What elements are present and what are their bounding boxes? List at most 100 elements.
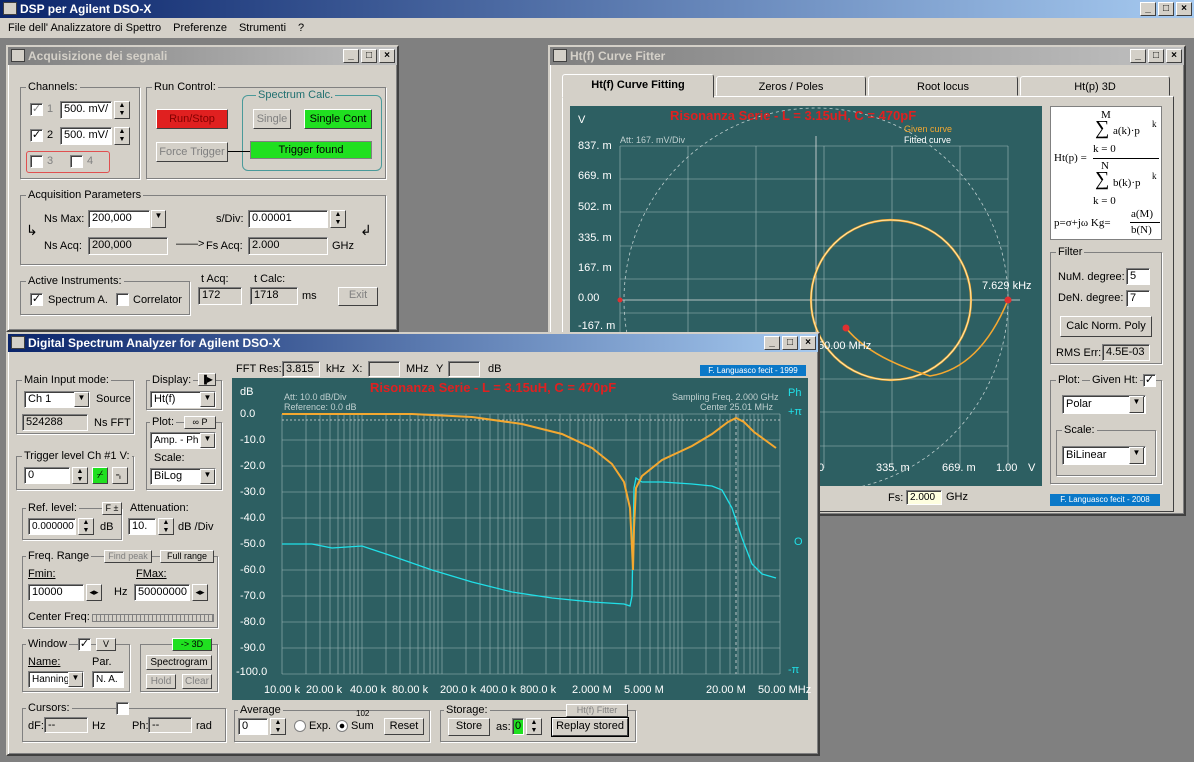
reset-button[interactable]: Reset xyxy=(384,718,424,735)
ref-level-field[interactable]: 0.000000 xyxy=(28,518,76,535)
attenuation-field[interactable]: 10. xyxy=(128,518,156,535)
calc-norm-poly-button[interactable]: Calc Norm. Poly xyxy=(1060,316,1152,337)
plot-type-dropdown[interactable]: ▼ xyxy=(1129,396,1144,413)
average-field[interactable]: 0 xyxy=(238,718,268,735)
force-trigger-button[interactable]: Force Trigger xyxy=(156,142,228,162)
given-ht-checkbox[interactable]: ✓ xyxy=(1143,374,1156,387)
ch1-spinner[interactable]: ▲ ▼ xyxy=(114,101,130,119)
ns-max-dropdown[interactable]: ▼ xyxy=(151,210,166,228)
to-3d-button[interactable]: -> 3D xyxy=(172,638,212,651)
average-spinner[interactable]: ▲ ▼ xyxy=(270,718,286,735)
close-icon[interactable]: × xyxy=(800,336,816,350)
fitter-fs-field[interactable]: 2.000 xyxy=(906,490,942,505)
tab-zeros-poles[interactable]: Zeros / Poles xyxy=(716,76,866,96)
sdiv-field[interactable]: 0.00001 xyxy=(248,210,328,228)
scale-dropdown[interactable]: ▼ xyxy=(1129,447,1144,464)
tab-root-locus[interactable]: Root locus xyxy=(868,76,1018,96)
cursors-checkbox[interactable] xyxy=(116,702,129,715)
minimize-icon[interactable]: _ xyxy=(343,49,359,63)
tab-curve-fitting[interactable]: Ht(f) Curve Fitting xyxy=(562,74,714,98)
attenuation-spinner[interactable]: ▲ ▼ xyxy=(158,518,174,535)
clear-button[interactable]: Clear xyxy=(182,674,212,689)
phase-plus-pi: +π xyxy=(788,406,803,418)
num-degree-field[interactable]: 5 xyxy=(1126,268,1150,285)
spectrum-plot: Risonanza Serie - L = 3.15uH, C = 470pF … xyxy=(232,378,811,700)
find-peak-button[interactable]: Find peak xyxy=(104,550,152,563)
close-icon[interactable]: × xyxy=(1176,2,1192,16)
maximize-icon[interactable]: □ xyxy=(361,49,377,63)
ref-spinner[interactable]: ▲ ▼ xyxy=(78,518,94,535)
plot-mode-dropdown[interactable]: ▼ xyxy=(200,433,215,448)
minimize-icon[interactable]: _ xyxy=(1140,2,1156,16)
maximize-icon[interactable]: □ xyxy=(1158,2,1174,16)
close-icon[interactable]: × xyxy=(379,49,395,63)
as-slot-field[interactable]: 0 xyxy=(512,718,524,735)
ch1-checkbox[interactable]: ✓ xyxy=(30,103,43,116)
single-cont-button[interactable]: Single Cont xyxy=(304,109,372,129)
rms-err-field: 4.5E-03 xyxy=(1102,344,1150,361)
plot-infinity-button[interactable]: ∞ P xyxy=(184,416,216,429)
polar-freq-label2: 50.00 MHz xyxy=(818,340,872,352)
fmin-field[interactable]: 10000 xyxy=(28,584,84,601)
window-v-button[interactable]: V xyxy=(96,638,116,651)
fmax-spinner[interactable]: ◂▸ xyxy=(192,584,208,601)
polar-ytick: 0.00 xyxy=(578,292,600,304)
scale-mode-dropdown[interactable]: ▼ xyxy=(200,469,215,484)
trigger-falling-button[interactable]: ⌍ xyxy=(112,467,128,484)
close-icon[interactable]: × xyxy=(1166,49,1182,63)
ch3-checkbox[interactable] xyxy=(30,155,43,168)
exp-radio[interactable] xyxy=(294,720,306,732)
as-slot-spinner[interactable]: ▲ ▼ xyxy=(526,718,542,735)
ns-max-field[interactable]: 200,000 xyxy=(88,210,150,228)
trigger-level-label: Trigger level Ch #1 V: xyxy=(22,450,132,462)
ch4-checkbox[interactable] xyxy=(70,155,83,168)
replay-stored-button[interactable]: Replay stored xyxy=(551,717,629,737)
sdiv-spinner[interactable]: ▲ ▼ xyxy=(330,210,346,228)
minimize-icon[interactable]: _ xyxy=(764,336,780,350)
input-channel-dropdown[interactable]: ▼ xyxy=(74,392,89,407)
trigger-spinner[interactable]: ▲ ▼ xyxy=(72,467,88,484)
center-freq-slider[interactable] xyxy=(92,614,214,622)
correlator-label: Correlator xyxy=(133,294,182,306)
ch2-volts-field[interactable]: 500. mV/ xyxy=(60,127,112,145)
fmin-spinner[interactable]: ◂▸ xyxy=(86,584,102,601)
exit-button[interactable]: Exit xyxy=(338,287,378,306)
ch2-spinner[interactable]: ▲ ▼ xyxy=(114,127,130,145)
sum-radio[interactable] xyxy=(336,720,348,732)
ch1-label: 1 xyxy=(47,103,54,115)
trigger-level-field[interactable]: 0 xyxy=(24,467,70,484)
htf-fitter-button[interactable]: Ht(f) Fitter xyxy=(566,704,628,717)
store-button[interactable]: Store xyxy=(448,718,490,736)
hold-button[interactable]: Hold xyxy=(146,674,176,689)
maximize-icon[interactable]: □ xyxy=(782,336,798,350)
minimize-icon[interactable]: _ xyxy=(1130,49,1146,63)
menu-help[interactable]: ? xyxy=(298,22,304,34)
full-range-button[interactable]: Full range xyxy=(160,550,214,563)
den-degree-field[interactable]: 7 xyxy=(1126,290,1150,307)
fmax-field[interactable]: 50000000 xyxy=(134,584,190,601)
formula-exp: k xyxy=(1152,119,1157,129)
tab-ht-3d[interactable]: Ht(p) 3D xyxy=(1020,76,1170,96)
window-par-field[interactable]: N. A. xyxy=(92,671,124,688)
correlator-checkbox[interactable] xyxy=(116,293,129,306)
trigger-rising-button[interactable]: ⌿ xyxy=(92,467,108,484)
display-play-button[interactable]: ▐▶ xyxy=(198,373,216,386)
menu-file[interactable]: File dell' Analizzatore di Spettro xyxy=(8,22,161,34)
window-checkbox[interactable]: ✓ xyxy=(78,638,91,651)
single-button[interactable]: Single xyxy=(253,109,291,129)
window-name-dropdown[interactable]: ▼ xyxy=(68,672,83,687)
run-stop-button[interactable]: Run/Stop xyxy=(156,109,228,129)
maximize-icon[interactable]: □ xyxy=(1148,49,1164,63)
menu-preferenze[interactable]: Preferenze xyxy=(173,22,227,34)
ch1-volts-field[interactable]: 500. mV/ xyxy=(60,101,112,119)
storage-label: Storage: xyxy=(444,704,490,716)
spectrogram-button[interactable]: Spectrogram xyxy=(146,655,212,670)
sum-label: Sum xyxy=(351,720,374,732)
spectrum-checkbox[interactable]: ✓ xyxy=(30,293,43,306)
spectrum-xtick: 400.0 k xyxy=(480,684,517,696)
menu-strumenti[interactable]: Strumenti xyxy=(239,22,286,34)
display-dropdown[interactable]: ▼ xyxy=(200,392,215,407)
ref-sign-button[interactable]: F ± xyxy=(102,502,122,515)
ch2-checkbox[interactable]: ✓ xyxy=(30,129,43,142)
main-input-label: Main Input mode: xyxy=(22,374,111,386)
